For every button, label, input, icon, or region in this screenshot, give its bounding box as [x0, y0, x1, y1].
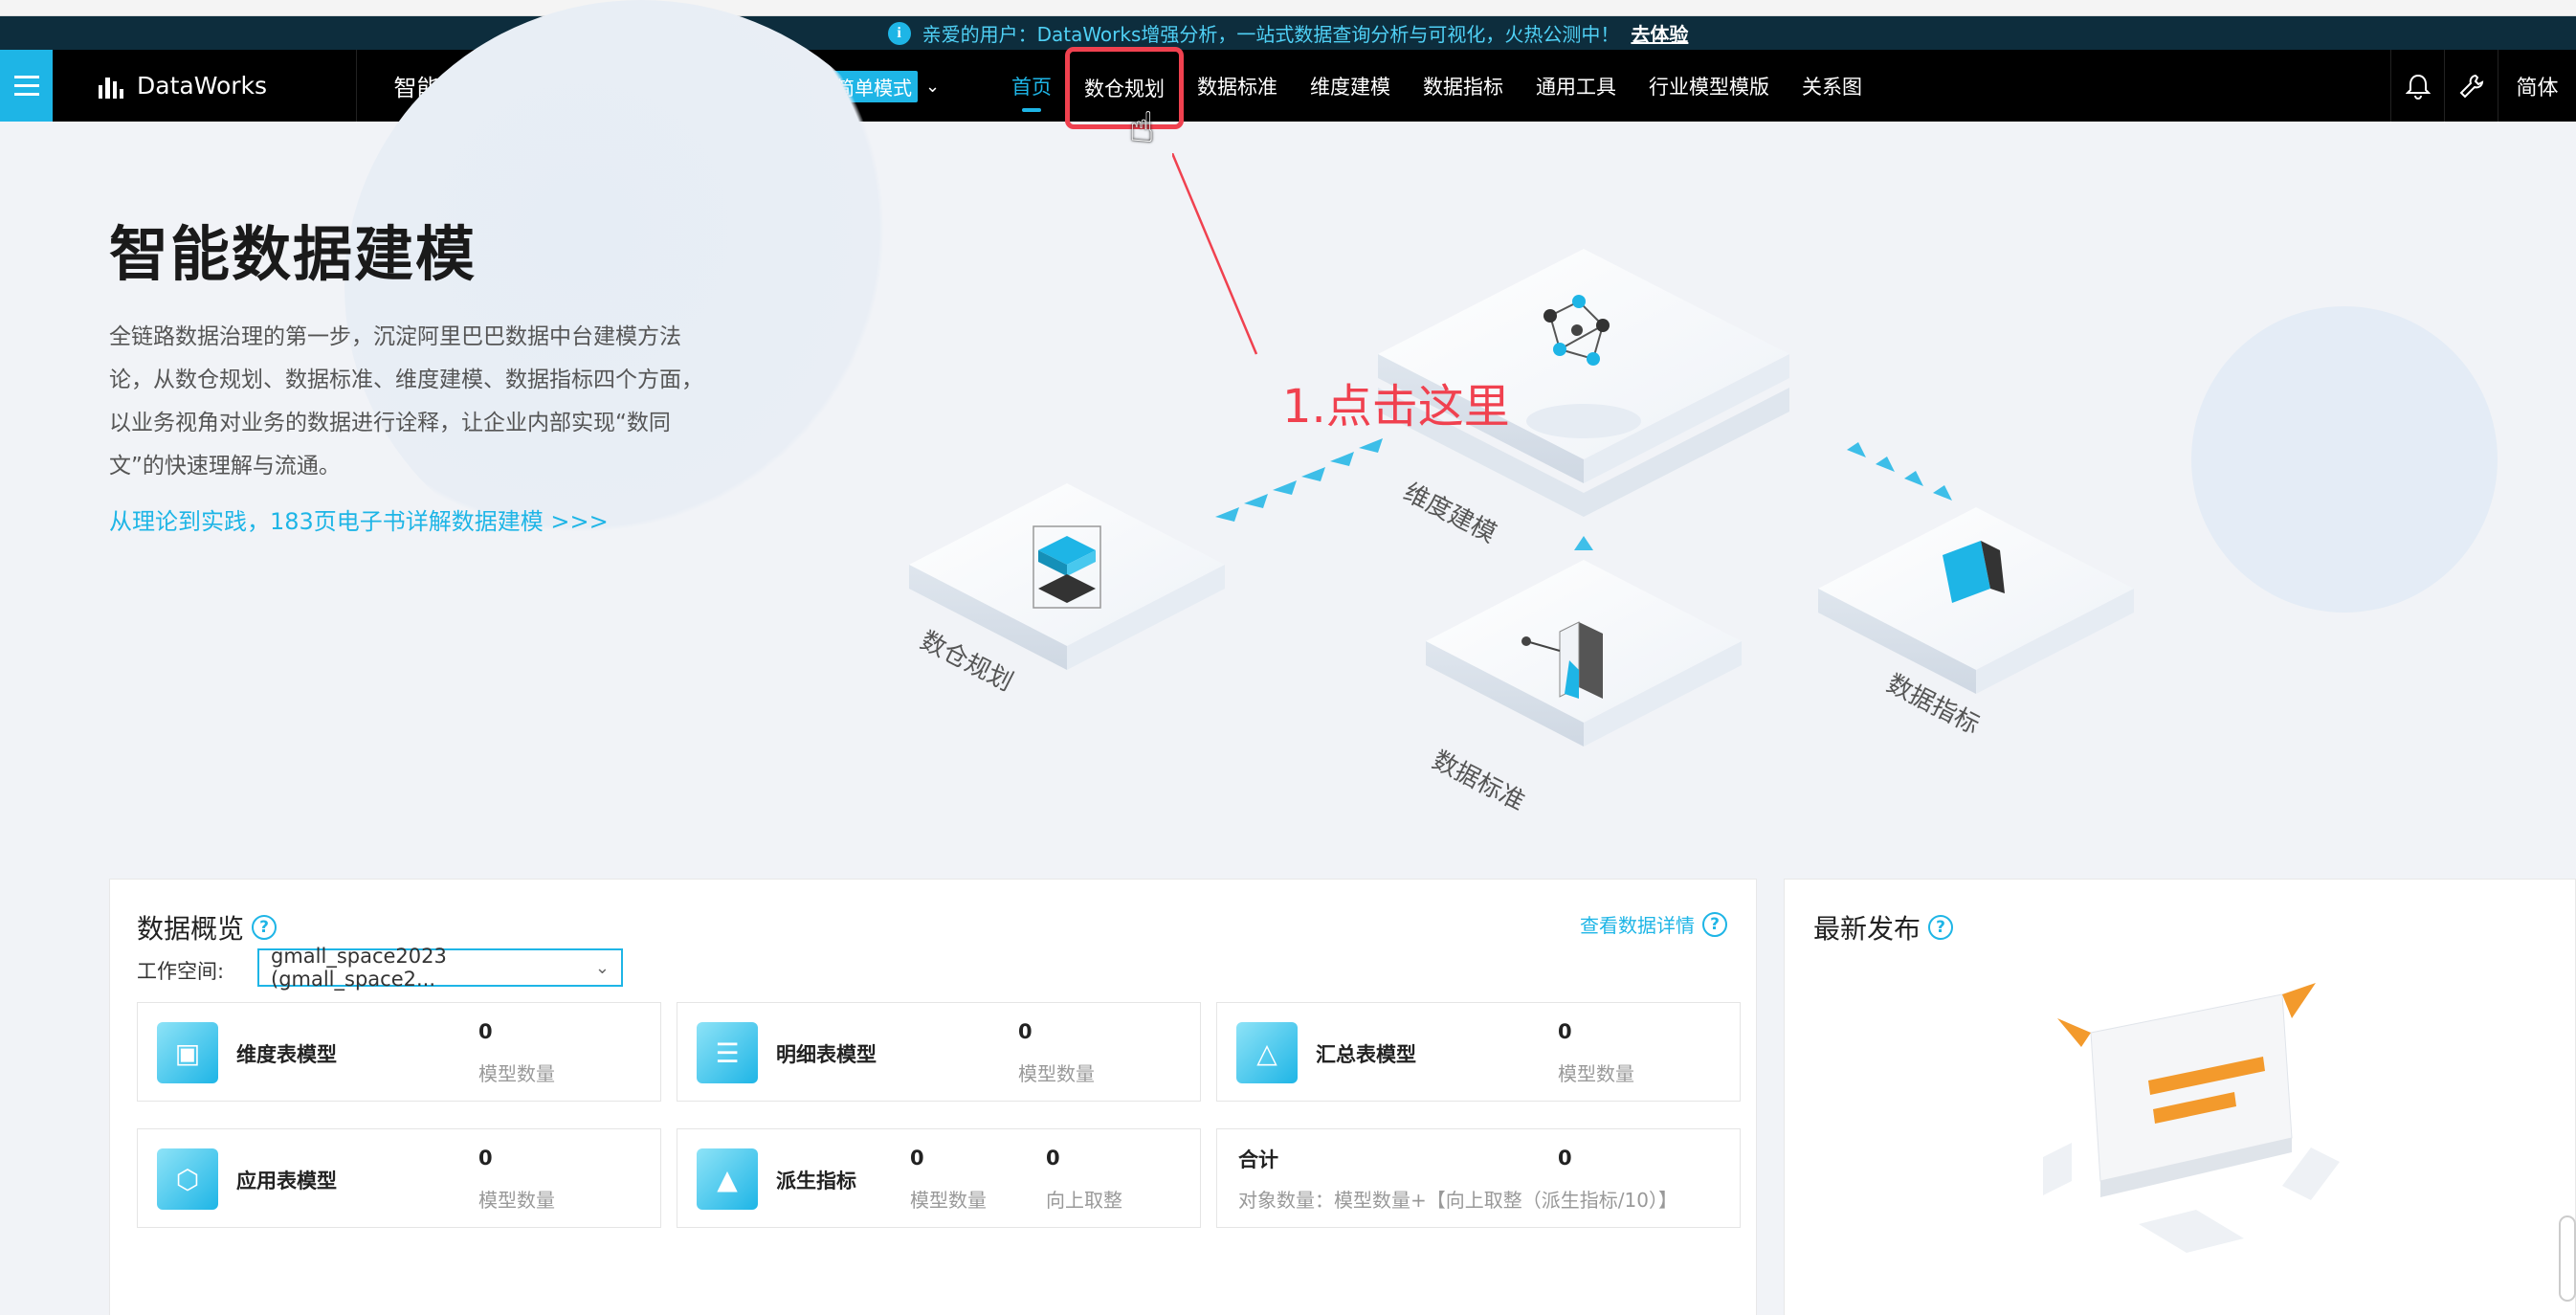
- workspace-select-value: gmall_space2023 (gmall_space2...: [271, 945, 447, 991]
- bell-icon[interactable]: [2390, 50, 2444, 122]
- card-summary-table[interactable]: △ 汇总表模型 0 模型数量: [1216, 1002, 1741, 1102]
- latest-title: 最新发布 ?: [1813, 908, 1954, 947]
- chevron-down-icon: ⌄: [594, 957, 610, 978]
- tab-common-tools[interactable]: 通用工具: [1520, 50, 1632, 122]
- detail-table-icon: ☰: [697, 1022, 758, 1083]
- brand-name: DataWorks: [137, 72, 268, 100]
- card-name: 明细表模型: [776, 1043, 877, 1066]
- card-derived-metric[interactable]: ▲ 派生指标 0 模型数量 0 向上取整: [677, 1128, 1201, 1228]
- latest-title-text: 最新发布: [1813, 913, 1921, 945]
- card-detail-table[interactable]: ☰ 明细表模型 0 模型数量: [677, 1002, 1201, 1102]
- announcement-link[interactable]: 去体验: [1631, 19, 1688, 47]
- nav-tabs: 首页 数仓规划 数据标准 维度建模 数据指标 通用工具 行业模型模版 关系图: [995, 46, 1878, 129]
- tab-dimension-modeling[interactable]: 维度建模: [1294, 50, 1407, 122]
- card-total: 合计 0 对象数量：模型数量+【向上取整（派生指标/10）】: [1216, 1128, 1741, 1228]
- label-warehouse: 数仓规划: [916, 627, 1017, 698]
- latest-release-panel: 最新发布 ?: [1784, 879, 2576, 1315]
- help-icon[interactable]: ?: [1702, 911, 1727, 937]
- label-dimension: 维度建模: [1399, 479, 1500, 549]
- card-value-2: 0: [1046, 1147, 1060, 1170]
- annotation-text: 1.点击这里: [1282, 380, 1510, 434]
- card-value: 0: [910, 1147, 924, 1170]
- tab-relation-graph[interactable]: 关系图: [1786, 50, 1878, 122]
- tab-industry-templates[interactable]: 行业模型模版: [1632, 50, 1786, 122]
- label-standard: 数据标准: [1428, 747, 1529, 817]
- card-sub: 模型数量: [910, 1189, 987, 1212]
- hero-bg-circle-right: [2191, 306, 2498, 613]
- hero-title: 智能数据建模: [109, 219, 477, 289]
- total-label: 合计: [1238, 1148, 1278, 1171]
- empty-state-illustration: [2043, 983, 2340, 1253]
- overview-title: 数据概览 ?: [137, 908, 278, 947]
- dimension-table-icon: ▣: [157, 1022, 218, 1083]
- card-sub-2: 向上取整: [1046, 1189, 1122, 1212]
- tab-data-metrics[interactable]: 数据指标: [1407, 50, 1520, 122]
- data-overview-panel: 数据概览 ? 查看数据详情 ? 工作空间: gmall_space2023 (g…: [109, 879, 1757, 1315]
- ebook-link[interactable]: 从理论到实践，183页电子书详解数据建模 >>>: [109, 502, 609, 536]
- card-name: 应用表模型: [236, 1170, 337, 1192]
- hand-cursor-icon: ☝: [1129, 103, 1155, 152]
- chevron-down-icon: ⌄: [925, 77, 941, 97]
- nav-right: 简体: [2390, 50, 2576, 122]
- platform-data-metrics: [1818, 507, 2134, 694]
- language-switch[interactable]: 简体: [2498, 50, 2576, 122]
- top-nav: DataWorks 智能数据建模 gmall_space2023 gmall_s…: [0, 46, 2576, 129]
- card-name: 派生指标: [776, 1170, 856, 1192]
- workspace-label: 工作空间:: [137, 960, 225, 983]
- platform-data-standard: [1426, 560, 1742, 747]
- card-name: 汇总表模型: [1316, 1043, 1416, 1066]
- total-formula: 对象数量：模型数量+【向上取整（派生指标/10）】: [1238, 1189, 1677, 1212]
- help-icon[interactable]: ?: [252, 915, 278, 940]
- dataworks-logo-icon: [99, 74, 123, 99]
- tab-data-standard[interactable]: 数据标准: [1181, 50, 1294, 122]
- card-sub: 模型数量: [1018, 1062, 1095, 1085]
- card-value: 0: [478, 1020, 493, 1043]
- annotation-arrow: [1172, 153, 1258, 355]
- tab-home[interactable]: 首页: [995, 50, 1068, 122]
- tab-warehouse-planning[interactable]: 数仓规划: [1065, 46, 1184, 129]
- hamburger-menu-icon[interactable]: [0, 50, 53, 122]
- help-icon[interactable]: ?: [1928, 915, 1954, 940]
- card-name: 维度表模型: [236, 1043, 337, 1066]
- overview-title-text: 数据概览: [137, 913, 245, 945]
- card-application-table[interactable]: ⬡ 应用表模型 0 模型数量: [137, 1128, 661, 1228]
- hero-description: 全链路数据治理的第一步，沉淀阿里巴巴数据中台建模方法论，从数仓规划、数据标准、维…: [109, 324, 703, 479]
- derived-metric-icon: ▲: [697, 1148, 758, 1210]
- card-sub: 模型数量: [478, 1189, 555, 1212]
- browser-chrome-strip: [0, 0, 2576, 16]
- card-value: 0: [478, 1147, 493, 1170]
- workspace-select[interactable]: gmall_space2023 (gmall_space2... ⌄: [257, 945, 623, 991]
- info-icon: i: [887, 21, 911, 45]
- wrench-icon[interactable]: [2444, 50, 2498, 122]
- view-details-text: 查看数据详情: [1580, 914, 1695, 937]
- card-value: 0: [1558, 1020, 1572, 1043]
- card-sub: 模型数量: [478, 1062, 555, 1085]
- scroll-handle[interactable]: [2559, 1215, 2576, 1302]
- brand[interactable]: DataWorks: [53, 50, 357, 122]
- total-value: 0: [1558, 1147, 1572, 1170]
- view-details-link[interactable]: 查看数据详情 ?: [1580, 910, 1727, 938]
- application-table-icon: ⬡: [157, 1148, 218, 1210]
- card-dimension-table[interactable]: ▣ 维度表模型 0 模型数量: [137, 1002, 661, 1102]
- card-value: 0: [1018, 1020, 1033, 1043]
- card-sub: 模型数量: [1558, 1062, 1634, 1085]
- modeling-illustration: 数仓规划 维度建模 数据标准 数据指标: [909, 249, 2134, 817]
- announcement-text: 亲爱的用户：DataWorks增强分析，一站式数据查询分析与可视化，火热公测中！: [922, 23, 1620, 46]
- announcement-bar: i 亲爱的用户：DataWorks增强分析，一站式数据查询分析与可视化，火热公测…: [0, 16, 2576, 50]
- summary-table-icon: △: [1236, 1022, 1298, 1083]
